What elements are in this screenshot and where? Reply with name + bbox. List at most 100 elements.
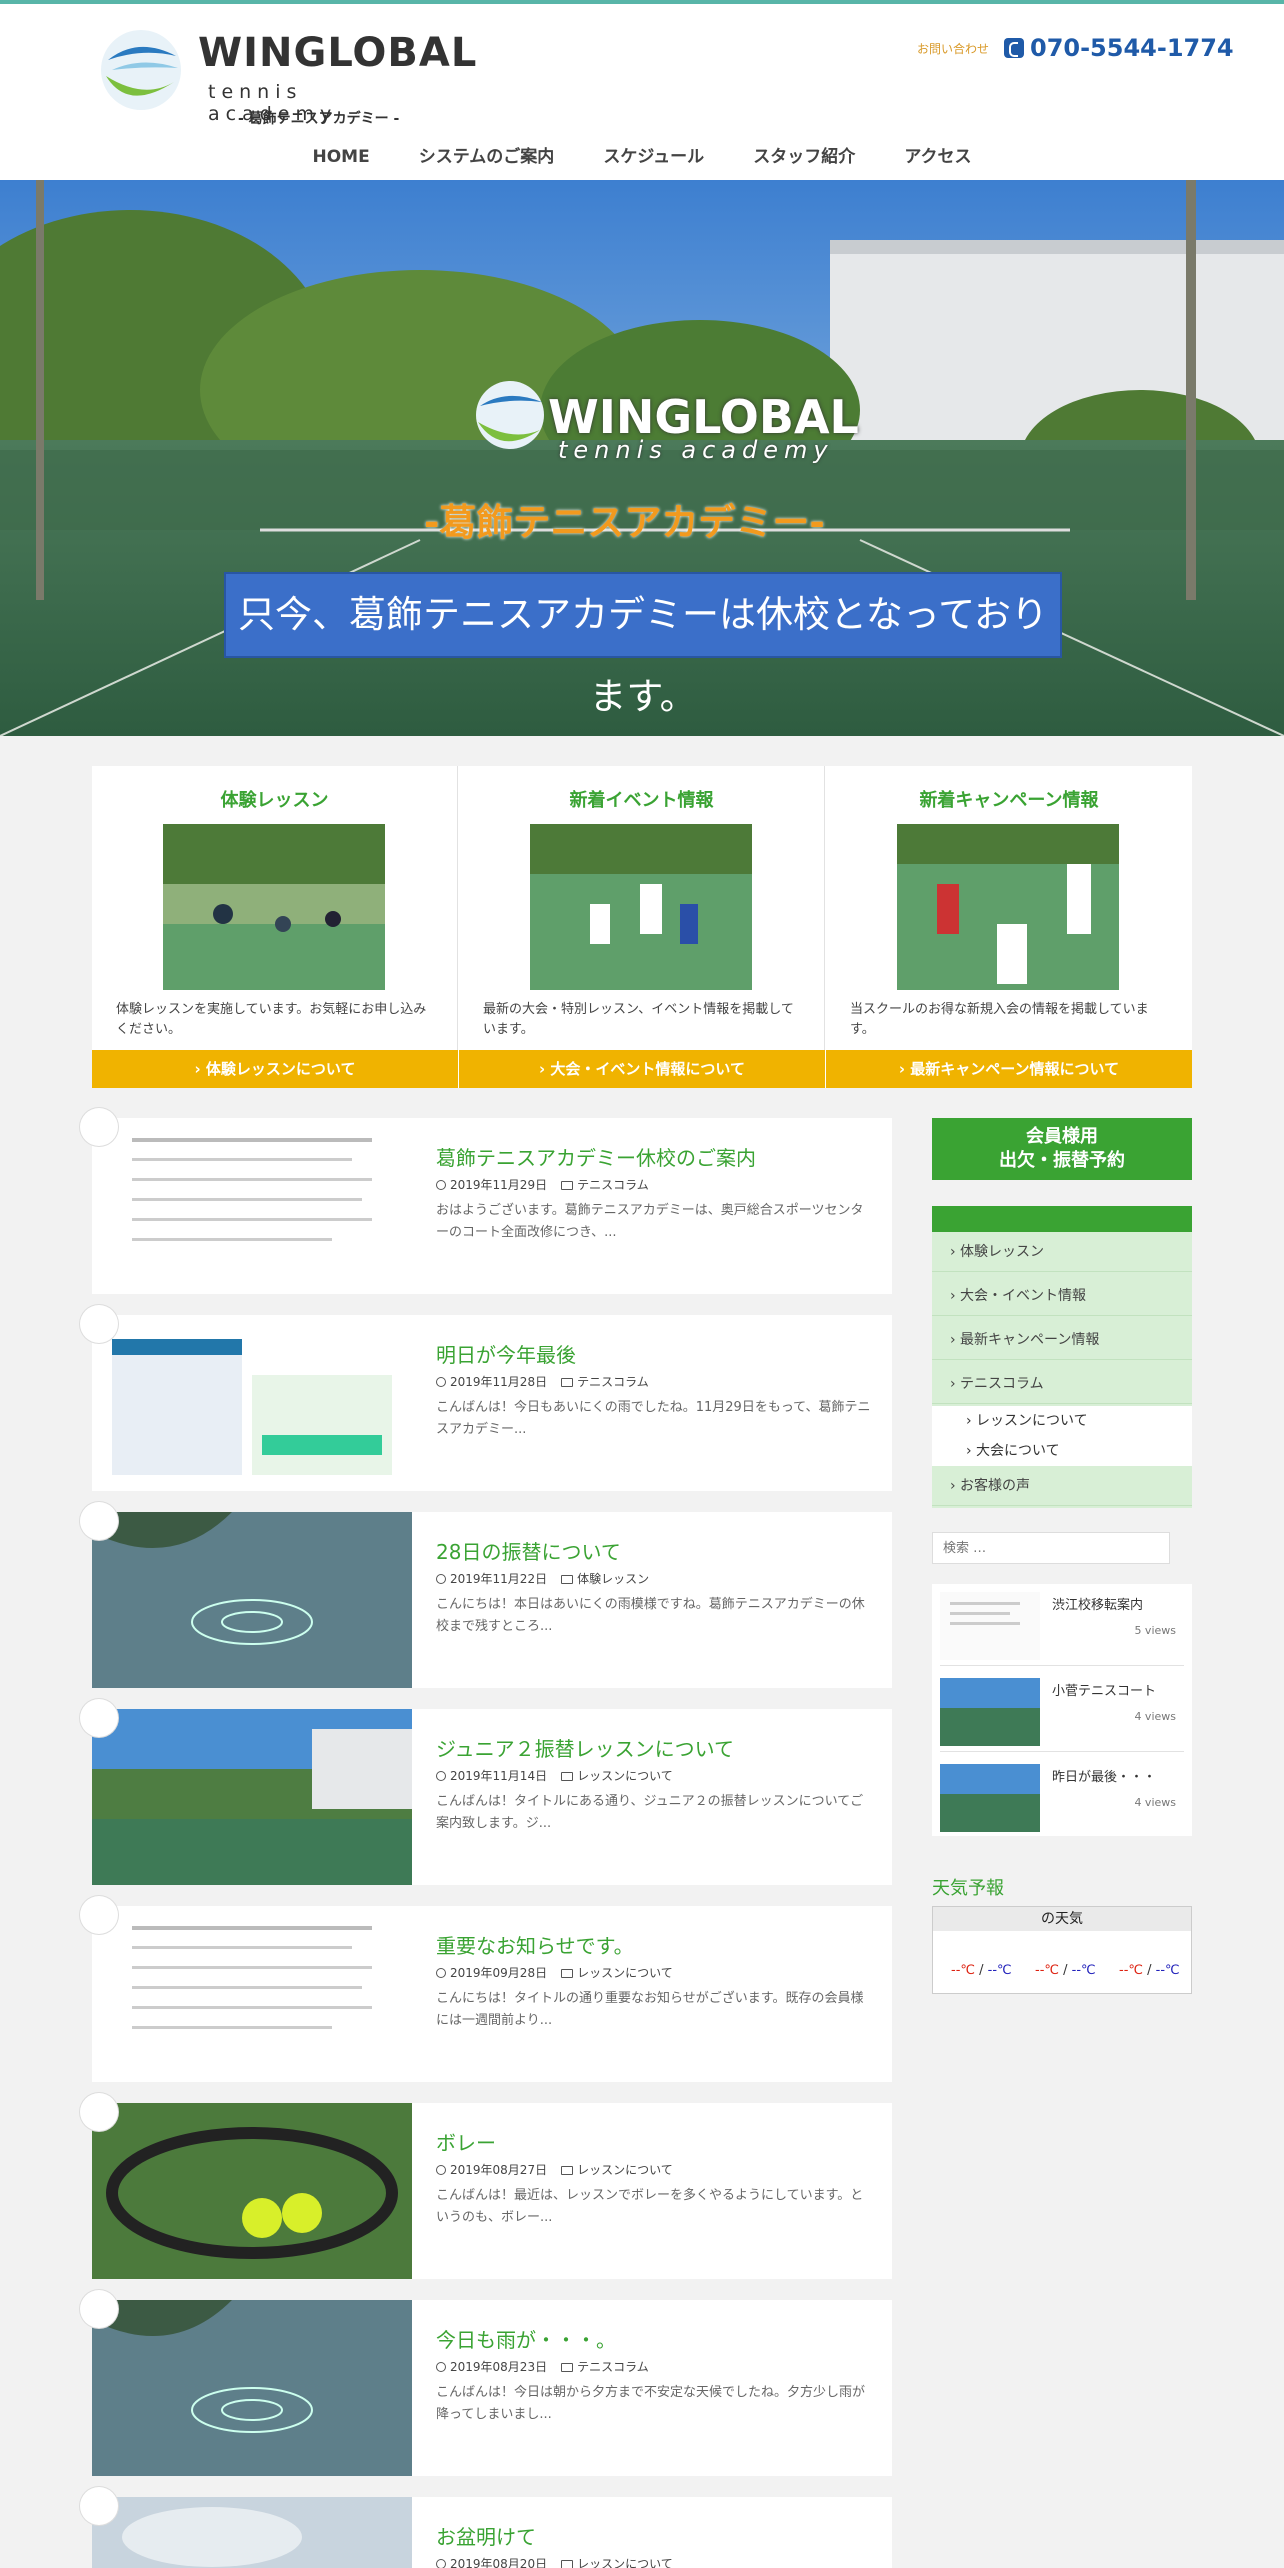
post-category-wrap[interactable]: レッスンについて [561,2163,673,2177]
nav-system[interactable]: システムのご案内 [419,142,555,167]
post-title[interactable]: ジュニア２振替レッスンについて [436,1733,734,1762]
folder-icon [561,1181,574,1190]
post-title[interactable]: お盆明けて [436,2521,536,2550]
subcategory-tournaments[interactable]: › 大会について [932,1436,1192,1466]
clock-icon [436,1574,446,1584]
clock-icon [436,1771,446,1781]
post-meta: 2019年11月28日 テニスコラム [436,1373,663,1390]
folder-icon [561,2166,574,2175]
campaign-info-button[interactable]: › 最新キャンペーン情報について [826,1050,1192,1088]
popular-item[interactable]: 渋江校移転案内 5 views [940,1584,1184,1666]
post-category-wrap[interactable]: 体験レッスン [561,1572,649,1586]
post-date-wrap: 2019年11月29日 [436,1178,547,1192]
post-thumbnail [92,1118,412,1294]
category-trial[interactable]: › 体験レッスン [932,1232,1192,1272]
temp-high: --℃ [1119,1963,1143,1978]
clock-icon [436,1377,446,1387]
closure-notice: 只今、葛飾テニスアカデミーは休校となっております。 [224,572,1062,718]
temperature-day2: --℃ / --℃ [1035,1963,1096,1978]
post-card[interactable]: 重要なお知らせです。 2019年09月28日 レッスンについて こんにちは！タイト… [80,1896,892,2082]
event-info-button[interactable]: › 大会・イベント情報について [459,1050,825,1088]
temperature-day1: --℃ / --℃ [951,1963,1012,1978]
main-nav: HOME システムのご案内 スケジュール スタッフ紹介 アクセス [0,142,1284,167]
post-category-wrap[interactable]: レッスンについて [561,1966,673,1980]
post-category-wrap[interactable]: レッスンについて [561,2557,673,2568]
trial-lesson-button[interactable]: › 体験レッスンについて [92,1050,458,1088]
feature-events: 新着イベント情報 最新の大会・特別レッスン、イベント情報を掲載しています。 › … [459,766,825,1088]
post-date-wrap: 2019年08月23日 [436,2360,547,2374]
feature-panels: 体験レッスン 体験レッスンを実施しています。お気軽にお申し込みください。 › 体… [92,766,1192,1088]
nav-access[interactable]: アクセス [904,142,971,167]
post-thumbnail [92,2497,412,2568]
post-category: レッスンについて [577,2557,673,2568]
temperature-day3: --℃ / --℃ [1119,1963,1180,1978]
post-thumbnail [92,1709,412,1885]
feature-title: 新着キャンペーン情報 [919,790,1099,811]
popular-thumbnail [940,1678,1040,1746]
post-meta: 2019年11月29日 テニスコラム [436,1176,663,1193]
contact-link[interactable]: お問い合わせ [917,40,989,57]
popular-title: 渋江校移転案内 [1052,1598,1144,1613]
feature-text: 最新の大会・特別レッスン、イベント情報を掲載しています。 [483,1002,794,1037]
post-card[interactable]: 今日も雨が・・・。 2019年08月23日 テニスコラム こんばんは！今日は朝から… [80,2290,892,2476]
logo-badge-icon [80,1896,118,1934]
post-date: 2019年11月28日 [450,1375,548,1389]
feature-title: 体験レッスン [220,790,329,811]
post-date: 2019年11月22日 [450,1572,548,1586]
nav-staff[interactable]: スタッフ紹介 [753,142,855,167]
post-category-wrap[interactable]: テニスコラム [561,2360,649,2374]
post-card[interactable]: お盆明けて 2019年08月20日 レッスンについて [80,2487,892,2568]
category-voices[interactable]: › お客様の声 [932,1466,1192,1506]
popular-item[interactable]: 小菅テニスコート 4 views [940,1670,1184,1752]
post-excerpt: こんばんは！最近は、レッスンでボレーを多くやるようにしています。というのも、ボレ… [436,2188,864,2225]
subcategory-lessons[interactable]: › レッスンについて [932,1406,1192,1436]
nav-schedule[interactable]: スケジュール [603,142,704,167]
post-date-wrap: 2019年11月28日 [436,1375,547,1389]
logo-badge-icon [80,2487,118,2525]
post-excerpt: こんにちは！タイトルの通り重要なお知らせがございます。既存の会員様には一週間前よ… [436,1991,864,2028]
popular-title: 昨日が最後・・・ [1052,1770,1157,1785]
weather-title: 天気予報 [932,1878,1004,1899]
site-header: WINGLOBAL tennis academy - 葛飾テニスアカデミー - … [0,4,1284,180]
folder-icon [561,2363,574,2372]
category-campaign[interactable]: › 最新キャンペーン情報 [932,1320,1192,1360]
feature-trial: 体験レッスン 体験レッスンを実施しています。お気軽にお申し込みください。 › 体… [92,766,458,1088]
popular-item[interactable]: 昨日が最後・・・ 4 views [940,1756,1184,1838]
post-excerpt: こんにちは！本日はあいにくの雨模様ですね。葛飾テニスアカデミーの休校まで残すとこ… [436,1597,865,1634]
post-date: 2019年08月27日 [450,2163,548,2177]
weather-header: の天気 [933,1907,1191,1931]
post-category-wrap[interactable]: テニスコラム [561,1375,649,1389]
post-card[interactable]: 明日が今年最後 2019年11月28日 テニスコラム こんばんは！今日もあいにくの… [80,1305,892,1491]
post-date-wrap: 2019年08月20日 [436,2557,547,2568]
post-title[interactable]: 今日も雨が・・・。 [436,2324,616,2353]
category-header [932,1206,1192,1232]
phone-number[interactable]: 070-5544-1774 [1004,34,1234,62]
post-title[interactable]: 重要なお知らせです。 [436,1930,634,1959]
category-events[interactable]: › 大会・イベント情報 [932,1276,1192,1316]
post-thumbnail [92,2300,412,2476]
category-column[interactable]: › テニスコラム [932,1364,1192,1404]
post-date: 2019年11月14日 [450,1769,548,1783]
post-meta: 2019年08月20日 レッスンについて [436,2555,687,2568]
post-card[interactable]: 葛飾テニスアカデミー休校のご案内 2019年11月29日 テニスコラム おはようご… [80,1108,892,1294]
post-title[interactable]: 28日の振替について [436,1536,621,1565]
post-card[interactable]: 28日の振替について 2019年11月22日 体験レッスン こんにちは！本日はあい… [80,1502,892,1688]
post-category-wrap[interactable]: レッスンについて [561,1769,673,1783]
site-logo[interactable]: WINGLOBAL tennis academy - 葛飾テニスアカデミー - [98,26,476,127]
folder-icon [561,1772,574,1781]
search-input[interactable] [932,1532,1170,1564]
post-title[interactable]: 葛飾テニスアカデミー休校のご案内 [436,1142,756,1171]
post-title[interactable]: 明日が今年最後 [436,1339,576,1368]
member-reservation-button[interactable]: 会員様用 出欠・振替予約 [932,1118,1192,1180]
hero-banner: WINGLOBAL tennis academy -葛飾テニスアカデミー- 只今… [0,180,1284,736]
post-date-wrap: 2019年09月28日 [436,1966,547,1980]
post-thumbnail [92,1512,412,1688]
feature-title: 新着イベント情報 [569,790,714,811]
post-card[interactable]: ボレー 2019年08月27日 レッスンについて こんばんは！最近は、レッスンでボ… [80,2093,892,2279]
post-title[interactable]: ボレー [436,2127,496,2156]
nav-home[interactable]: HOME [312,147,369,167]
clock-icon [436,2559,446,2568]
post-card[interactable]: ジュニア２振替レッスンについて 2019年11月14日 レッスンについて こんばん… [80,1699,892,1885]
post-category-wrap[interactable]: テニスコラム [561,1178,649,1192]
clock-icon [436,1180,446,1190]
